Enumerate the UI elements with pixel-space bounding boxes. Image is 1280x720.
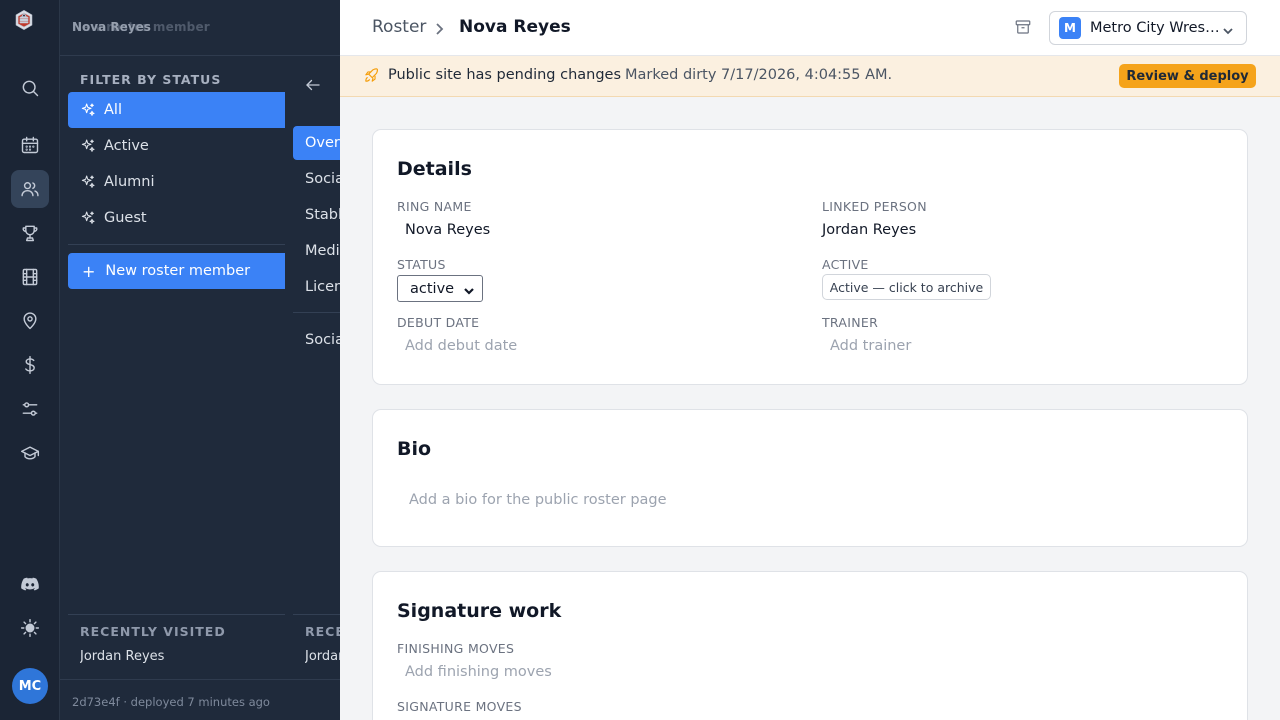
logo-icon[interactable]	[14, 10, 46, 46]
pending-changes-banner: Public site has pending changes Marked d…	[340, 56, 1280, 97]
filter-item-label: Alumni	[104, 174, 155, 190]
archive-toggle-button[interactable]: Active — click to archive	[822, 274, 991, 300]
map-pin-icon[interactable]	[11, 302, 49, 340]
icon-rail: MC	[0, 0, 60, 720]
debut-date-label: DEBUT DATE	[397, 315, 480, 330]
sparkles-icon	[81, 175, 95, 188]
recent-item-clipped[interactable]: Jordan Reyes	[305, 649, 340, 664]
status-label: STATUS	[397, 257, 446, 272]
footer-divider	[60, 679, 340, 680]
details-title: Details	[397, 158, 472, 180]
sliders-icon[interactable]	[11, 390, 49, 428]
filter-item-label: Active	[104, 138, 149, 154]
breadcrumb-roster[interactable]: Roster	[372, 17, 426, 37]
chevron-down-icon	[464, 284, 474, 295]
subnav-label: Licenses	[305, 279, 340, 295]
recent-divider-clipped	[293, 614, 340, 615]
org-name: Metro City Wrestling	[1090, 20, 1220, 36]
bio-title: Bio	[397, 438, 432, 460]
status-select-value: active	[410, 280, 455, 297]
subnav-label: Media	[305, 243, 340, 259]
recent-item-jordan-reyes[interactable]: Jordan Reyes	[80, 649, 285, 664]
filter-item-label: All	[104, 102, 122, 118]
calendar-icon[interactable]	[11, 126, 49, 164]
ring-name-label: RING NAME	[397, 199, 472, 214]
linked-person-label: LINKED PERSON	[822, 199, 927, 214]
org-badge: M	[1059, 17, 1081, 39]
subnav-label: Social	[305, 332, 340, 348]
filter-item-active[interactable]: Active	[68, 128, 285, 164]
status-select[interactable]: active	[397, 275, 483, 302]
sparkles-icon	[81, 139, 95, 152]
trainer-label: TRAINER	[822, 315, 879, 330]
new-roster-member-button[interactable]: + New roster member	[68, 253, 285, 289]
bio-field[interactable]: Add a bio for the public roster page	[409, 492, 667, 508]
sparkles-icon	[81, 211, 95, 224]
deploy-footer: 2d73e4f · deployed 7 minutes ago	[72, 695, 270, 709]
filter-item-label: Guest	[104, 210, 147, 226]
filter-item-alumni[interactable]: Alumni	[68, 164, 285, 200]
filter-item-all[interactable]: All	[68, 92, 285, 128]
details-card: Details RING NAME Nova Reyes LINKED PERS…	[372, 129, 1248, 385]
sparkles-icon	[81, 103, 95, 116]
discord-icon[interactable]	[11, 565, 49, 603]
subnav-social[interactable]: Social	[293, 162, 340, 196]
subnav-divider	[293, 312, 340, 313]
subnav-label: Overview	[305, 135, 340, 151]
archive-icon[interactable]	[1014, 18, 1034, 38]
banner-message: Public site has pending changes	[388, 67, 622, 83]
finishing-moves-field[interactable]: Add finishing moves	[405, 664, 552, 680]
banner-timestamp: Marked dirty 7/17/2026, 4:04:55 AM.	[625, 67, 893, 83]
recently-visited-label: RECENTLY VISITED	[80, 624, 226, 639]
top-bar: Roster Nova Reyes M Metro City Wrestling	[340, 0, 1280, 56]
search-icon[interactable]	[11, 69, 49, 107]
commit-hash: 2d73e4f	[72, 695, 120, 709]
subnav-overview[interactable]: Overview	[293, 126, 340, 160]
filter-item-guest[interactable]: Guest	[68, 200, 285, 236]
sidebar-divider	[68, 244, 285, 245]
filter-section-label: FILTER BY STATUS	[80, 72, 222, 87]
plus-icon: +	[82, 261, 96, 281]
bio-card: Bio Add a bio for the public roster page	[372, 409, 1248, 547]
ring-name-field[interactable]: Nova Reyes	[405, 222, 490, 238]
review-deploy-button[interactable]: Review & deploy	[1119, 64, 1256, 88]
debut-date-field[interactable]: Add debut date	[405, 338, 517, 354]
graduation-cap-icon[interactable]	[11, 434, 49, 472]
subnav-stable[interactable]: Stable	[293, 198, 340, 232]
sun-icon[interactable]	[11, 609, 49, 647]
trainer-field[interactable]: Add trainer	[830, 338, 911, 354]
users-icon[interactable]	[11, 170, 49, 208]
back-arrow-icon[interactable]	[304, 76, 324, 96]
dollar-icon[interactable]	[11, 346, 49, 384]
trophy-icon[interactable]	[11, 214, 49, 252]
org-switcher[interactable]: M Metro City Wrestling	[1049, 11, 1247, 45]
chevron-down-icon	[1222, 22, 1234, 35]
recent-divider	[68, 614, 285, 615]
subnav-media[interactable]: Media	[293, 234, 340, 268]
new-roster-member-label: New roster member	[105, 263, 251, 279]
main-content: Roster Nova Reyes M Metro City Wrestling…	[340, 0, 1280, 720]
active-label: ACTIVE	[822, 257, 869, 272]
subnav-label: Social	[305, 171, 340, 187]
page-title: Nova Reyes	[459, 17, 571, 37]
rocket-icon	[363, 67, 381, 85]
film-icon[interactable]	[11, 258, 49, 296]
sidebar-header: Nova Reyes New roster member	[60, 0, 340, 56]
signature-work-card: Signature work FINISHING MOVES Add finis…	[372, 571, 1248, 720]
roster-sidebar: Nova Reyes New roster member FILTER BY S…	[60, 0, 340, 720]
deploy-status: · deployed 7 minutes ago	[123, 695, 270, 709]
linked-person-value[interactable]: Jordan Reyes	[822, 222, 916, 238]
recently-visited-label-clipped: RECENTLY VISITED	[305, 624, 340, 639]
avatar[interactable]: MC	[12, 668, 48, 704]
subnav-licenses[interactable]: Licenses	[293, 270, 340, 304]
sidebar-header-overlay: New roster member	[72, 20, 210, 34]
subnav-social-2[interactable]: Social	[293, 323, 340, 357]
signature-moves-label: SIGNATURE MOVES	[397, 699, 522, 714]
signature-work-title: Signature work	[397, 600, 562, 622]
chevron-right-icon	[433, 21, 447, 35]
subnav-label: Stable	[305, 207, 340, 223]
finishing-moves-label: FINISHING MOVES	[397, 641, 515, 656]
